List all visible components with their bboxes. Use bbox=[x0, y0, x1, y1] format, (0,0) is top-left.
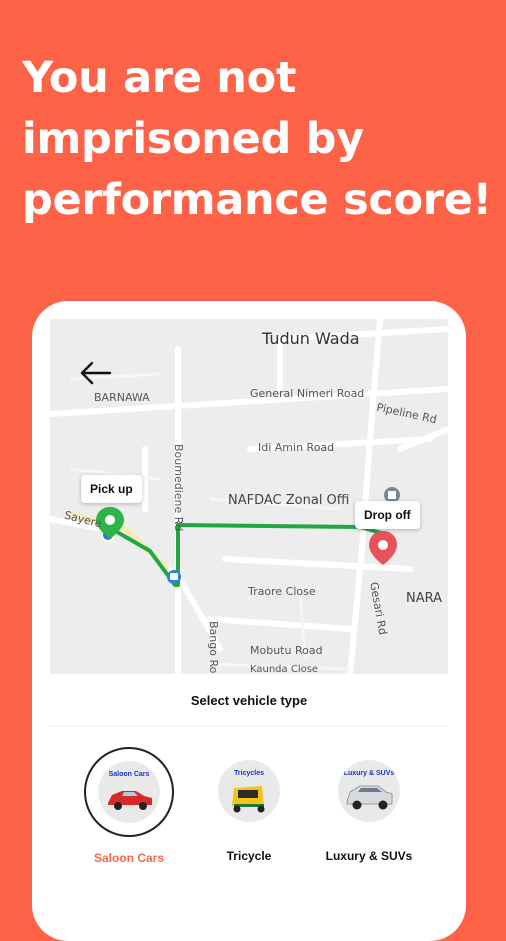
dropoff-pin-icon bbox=[369, 531, 397, 565]
vehicle-ring-selected: Saloon Cars bbox=[84, 747, 174, 837]
tricycle-icon: Tricycles bbox=[218, 760, 280, 822]
map-label-kaunda: Kaunda Close bbox=[250, 664, 319, 674]
vehicle-option-saloon[interactable]: Saloon Cars Saloon Cars bbox=[74, 747, 184, 865]
dropoff-callout: Drop off bbox=[355, 501, 420, 529]
headline-line-1: You are not bbox=[22, 53, 297, 103]
headline: You are not imprisoned by performance sc… bbox=[22, 48, 492, 231]
map-label-general-nimeri: General Nimeri Road bbox=[250, 387, 365, 400]
saloon-car-icon: Saloon Cars bbox=[98, 761, 160, 823]
route-line bbox=[110, 523, 386, 587]
pickup-callout: Pick up bbox=[81, 475, 142, 503]
map-label-bango: Bango Road bbox=[207, 621, 220, 674]
headline-line-3: performance score! bbox=[22, 175, 492, 225]
suv-icon: Luxury & SUVs bbox=[338, 760, 400, 822]
headline-line-2: imprisoned by bbox=[22, 114, 364, 164]
select-vehicle-title: Select vehicle type bbox=[190, 693, 308, 708]
map-label-traore: Traore Close bbox=[248, 585, 316, 598]
map-label-nara: NARA bbox=[406, 591, 443, 606]
vehicle-label-saloon: Saloon Cars bbox=[93, 851, 165, 865]
back-button[interactable] bbox=[78, 355, 114, 391]
map-label-barnawa: BARNAWA bbox=[94, 391, 150, 404]
back-arrow-icon bbox=[80, 361, 112, 385]
map-view[interactable]: Tudun Wada BARNAWA General Nimeri Road P… bbox=[50, 319, 448, 674]
vehicle-option-luxury-suv[interactable]: Luxury & SUVs Luxury & SUVs bbox=[314, 747, 424, 863]
vehicle-label-luxury: Luxury & SUVs bbox=[325, 849, 413, 863]
bus-stop-icon bbox=[167, 570, 181, 584]
map-label-idi-amin: Idi Amin Road bbox=[258, 441, 335, 454]
vehicle-label-tricycle: Tricycle bbox=[226, 849, 272, 863]
sheet-divider bbox=[50, 725, 448, 726]
map-label-nafdac: NAFDAC Zonal Offi bbox=[228, 493, 350, 508]
map-label-tudun-wada: Tudun Wada bbox=[262, 329, 360, 348]
vehicle-ring: Tricycles bbox=[205, 747, 293, 835]
map-label-boumediene: Boumediene Rd bbox=[172, 444, 185, 532]
phone-mockup: Tudun Wada BARNAWA General Nimeri Road P… bbox=[32, 301, 466, 941]
map-label-mobutu: Mobutu Road bbox=[250, 644, 323, 657]
vehicle-option-tricycle[interactable]: Tricycles Tricycle bbox=[194, 747, 304, 863]
vehicle-ring: Luxury & SUVs bbox=[325, 747, 413, 835]
